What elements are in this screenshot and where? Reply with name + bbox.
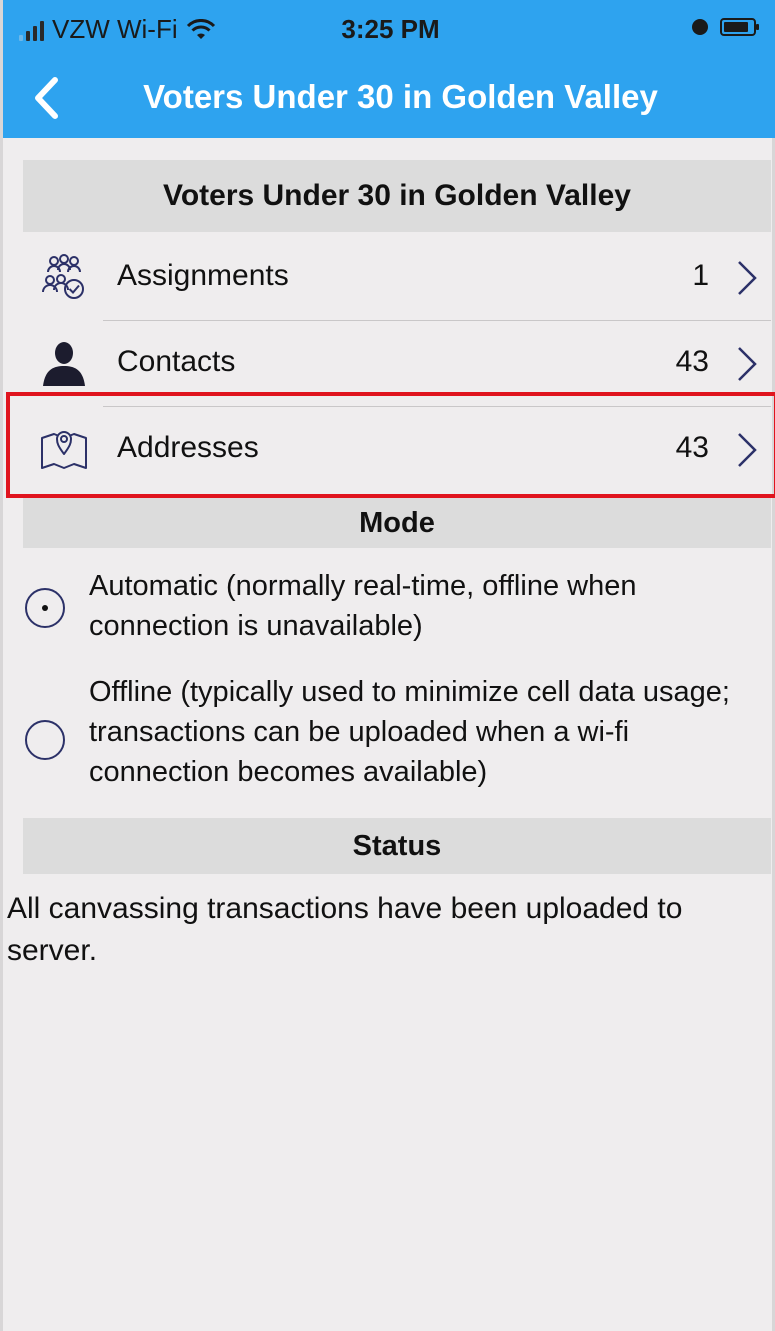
status-bar: VZW Wi-Fi 3:25 PM — [3, 0, 775, 58]
row-count-assignments: 1 — [692, 259, 709, 292]
row-assignments[interactable]: Assignments 1 — [23, 234, 771, 320]
status-right — [692, 18, 759, 36]
row-label-contacts: Contacts — [117, 345, 236, 378]
row-label-assignments: Assignments — [117, 259, 289, 292]
radio-offline[interactable] — [25, 720, 65, 760]
highlight-box — [6, 392, 775, 498]
mode-option-automatic[interactable]: Automatic (normally real-time, offline w… — [23, 566, 771, 656]
section-header-mode: Mode — [23, 498, 771, 548]
radio-automatic[interactable] — [25, 588, 65, 628]
mode-option-offline-label: Offline (typically used to minimize cell… — [89, 676, 730, 788]
chevron-right-icon — [738, 261, 757, 295]
app-screen: VZW Wi-Fi 3:25 PM Voters Under 30 in Gol… — [0, 0, 775, 1331]
people-group-check-icon — [42, 254, 84, 299]
person-icon — [43, 342, 85, 386]
nav-title: Voters Under 30 in Golden Valley — [143, 78, 658, 115]
mode-option-automatic-label: Automatic (normally real-time, offline w… — [89, 570, 637, 642]
row-count-contacts: 43 — [675, 345, 709, 378]
battery-icon — [720, 18, 759, 36]
status-message: All canvassing transactions have been up… — [7, 892, 683, 967]
section-header-status: Status — [23, 818, 771, 874]
chevron-right-icon — [738, 347, 757, 381]
alarm-icon — [692, 19, 708, 35]
section-header-main: Voters Under 30 in Golden Valley — [23, 160, 771, 232]
mode-option-offline[interactable]: Offline (typically used to minimize cell… — [23, 672, 771, 802]
nav-bar: Voters Under 30 in Golden Valley — [3, 58, 775, 138]
status-time: 3:25 PM — [341, 14, 440, 44]
